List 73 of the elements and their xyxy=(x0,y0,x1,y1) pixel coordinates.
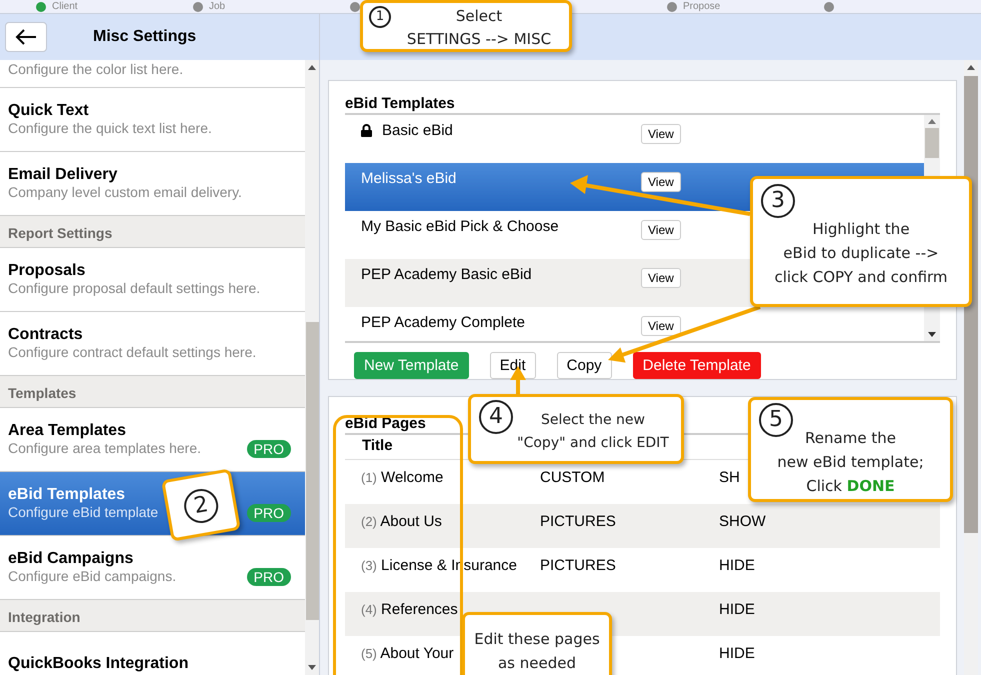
scroll-down-icon[interactable] xyxy=(308,665,316,670)
template-action-button[interactable]: Edit xyxy=(490,352,536,379)
scrollbar-thumb[interactable] xyxy=(306,322,318,620)
template-name: Basic eBid xyxy=(382,122,453,139)
scroll-up-icon[interactable] xyxy=(928,119,936,124)
item-title: eBid Campaigns xyxy=(8,550,134,568)
table-cell: PICTURES xyxy=(540,557,616,574)
table-cell: CUSTOM xyxy=(540,469,605,486)
pro-badge: PRO xyxy=(246,568,291,586)
back-arrow-icon xyxy=(15,29,37,45)
view-button[interactable]: View xyxy=(641,172,681,192)
back-button[interactable] xyxy=(5,22,47,52)
panel-title: eBid Templates xyxy=(345,95,455,113)
callout-text: Select the new "Copy" and click EDIT xyxy=(516,411,670,453)
item-description: Configure area templates here. xyxy=(8,440,201,457)
item-title: Proposals xyxy=(8,262,86,280)
table-cell-text: HIDE xyxy=(719,645,755,664)
table-cell-text: SHOW xyxy=(719,513,766,532)
step-label: Job xyxy=(209,2,226,12)
item-title: Email Delivery xyxy=(8,166,118,184)
step-number: 1 xyxy=(369,6,391,28)
item-description: Configure eBid campaigns. xyxy=(8,568,176,585)
template-name: PEP Academy Basic eBid xyxy=(361,266,532,283)
item-title: Quick Text xyxy=(8,102,89,120)
template-row[interactable]: PEP Academy Complete View xyxy=(345,307,924,341)
view-button[interactable]: View xyxy=(641,268,681,288)
scrollbar-thumb[interactable] xyxy=(925,128,939,158)
table-cell: (1) Welcome xyxy=(361,469,444,486)
step-label: Propose xyxy=(683,2,720,12)
table-cell-text: HIDE xyxy=(719,557,755,576)
item-description: Company level custom email delivery. xyxy=(8,184,242,201)
scroll-up-icon[interactable] xyxy=(308,65,316,70)
panel-title: eBid Pages xyxy=(345,415,426,433)
item-description: Configure the quick text list here. xyxy=(8,120,212,137)
pro-badge: PRO xyxy=(246,504,291,522)
sidebar-title: Misc Settings xyxy=(93,28,196,46)
item-description: Configure the color list here. xyxy=(8,61,184,78)
step-number: 5 xyxy=(759,403,793,437)
template-name: Melissa's eBid xyxy=(361,170,456,187)
table-cell: (4) References xyxy=(361,601,458,618)
table-cell: (5) About Your xyxy=(361,645,454,662)
column-header: Title xyxy=(362,437,393,454)
table-cell-text: SH xyxy=(719,469,740,488)
item-description: Configure eBid template xyxy=(8,504,158,521)
table-cell: (2) About Us xyxy=(361,513,442,530)
step-label: Client xyxy=(52,2,78,12)
template-action-button[interactable]: Copy xyxy=(556,352,612,379)
template-name: My Basic eBid Pick & Choose xyxy=(361,218,559,235)
table-cell: PICTURES xyxy=(540,513,616,530)
template-action-button[interactable]: Delete Template xyxy=(632,352,761,379)
item-title: Contracts xyxy=(8,326,83,344)
item-title: eBid Templates xyxy=(8,486,126,504)
step-number: 3 xyxy=(761,184,795,218)
view-button[interactable]: View xyxy=(641,220,681,240)
table-cell-text: HIDE xyxy=(719,601,755,620)
template-name: PEP Academy Complete xyxy=(361,314,525,331)
item-description: Configure proposal default settings here. xyxy=(8,280,260,297)
callout-text: Edit these pages as needed xyxy=(473,629,601,674)
section-header: Report Settings xyxy=(0,216,305,248)
view-button[interactable]: View xyxy=(641,316,681,336)
callout-text: Select SETTINGS --> MISC xyxy=(406,6,552,50)
section-header: Templates xyxy=(0,376,305,408)
pro-badge: PRO xyxy=(246,440,291,458)
item-title: QuickBooks Integration xyxy=(8,654,188,672)
scroll-up-icon[interactable] xyxy=(967,65,975,70)
scroll-down-icon[interactable] xyxy=(928,332,936,337)
item-title: Area Templates xyxy=(8,422,126,440)
template-row[interactable]: Basic eBid View xyxy=(345,115,924,163)
step-number: 4 xyxy=(479,400,513,434)
item-description: Configure contract default settings here. xyxy=(8,344,256,361)
view-button[interactable]: View xyxy=(641,124,681,144)
scrollbar[interactable] xyxy=(305,60,319,675)
section-header: Integration xyxy=(0,600,305,632)
